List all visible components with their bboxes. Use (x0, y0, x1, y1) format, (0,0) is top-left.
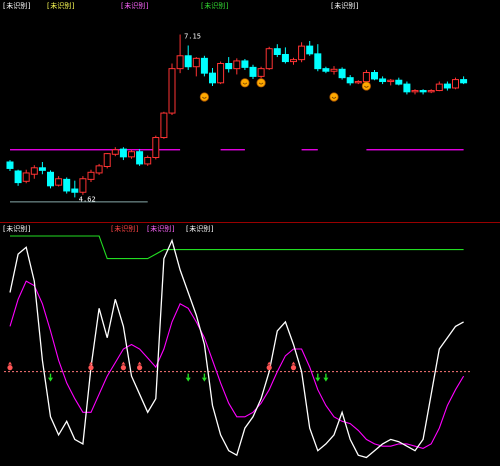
top-header-item: [未识别] (330, 1, 359, 10)
panel-separator (0, 222, 500, 223)
bottom-header-item: [未识别] (110, 224, 139, 233)
candle-down (225, 63, 233, 70)
up-signal-marker (120, 365, 126, 371)
candle-up (257, 68, 265, 77)
candle-down (443, 83, 451, 89)
down-signal-arrow (201, 377, 207, 382)
candle-up (176, 55, 184, 70)
high-price-label: 7.15 (184, 33, 201, 41)
candle-up (55, 178, 63, 186)
down-signal-arrow (48, 377, 53, 382)
bottom-header-item: [未识别] (185, 224, 214, 233)
indicator-plot (4, 235, 470, 459)
candle-up (330, 68, 338, 72)
candle-down (395, 79, 403, 85)
candle-down (338, 68, 346, 79)
top-panel: [未识别] [未识别] [未识别] [未识别] [未识别] 7.15 4.62 (2, 1, 468, 203)
candle-up (87, 171, 95, 180)
candle-down (209, 72, 216, 84)
down-signal-arrow (185, 377, 191, 382)
candle-down (314, 53, 322, 70)
candle-up (160, 112, 168, 139)
candle-up (265, 48, 273, 70)
top-header-item: [未识别] (200, 1, 229, 10)
up-signal-arrow (89, 361, 93, 365)
candle-down (322, 68, 330, 72)
coin-marker (361, 81, 371, 91)
candle-down (419, 90, 427, 93)
coin-marker (329, 92, 339, 102)
top-header-item: [未识别] (46, 1, 75, 10)
price-plot (6, 34, 468, 203)
candle-down (403, 83, 411, 93)
up-signal-marker (7, 365, 13, 371)
chart-canvas: [未识别] [未识别] [未识别] [未识别] [未识别] 7.15 4.62 … (0, 1, 500, 459)
candle-down (63, 178, 71, 192)
down-signal-arrow (315, 377, 321, 382)
candle-down (119, 148, 127, 158)
coin-marker (199, 92, 209, 102)
candle-up (435, 83, 443, 92)
coin-marker (256, 78, 266, 88)
candle-up (362, 72, 370, 83)
down-signal-arrow (323, 377, 329, 382)
candle-up (79, 178, 87, 193)
candle-down (184, 55, 192, 68)
candle-down (14, 170, 22, 184)
up-signal-arrow (291, 361, 296, 365)
candle-down (306, 45, 314, 55)
candle-up (411, 90, 419, 93)
up-signal-marker (137, 365, 143, 371)
candle-down (241, 60, 249, 68)
low-price-label: 4.62 (79, 195, 96, 203)
candle-down (47, 171, 54, 187)
candle-up (354, 81, 362, 84)
candle-down (249, 66, 257, 77)
candle-down (71, 188, 79, 193)
candle-up (452, 79, 459, 89)
candle-up (111, 149, 119, 155)
bottom-header-item: [未识别] (146, 224, 175, 233)
indicator-line-white (9, 238, 464, 459)
candle-up (95, 165, 103, 174)
candle-down (460, 79, 468, 84)
bottom-panel-title: [未识别] (2, 224, 31, 233)
candle-down (6, 161, 14, 169)
candle-up (192, 57, 200, 68)
coin-marker (240, 78, 250, 88)
candle-up (290, 59, 297, 63)
bottom-panel: [未识别] [未识别] [未识别] [未识别] (2, 224, 470, 459)
candle-down (379, 78, 387, 83)
candle-up (128, 151, 135, 158)
indicator-line-green (10, 235, 464, 260)
top-panel-title: [未识别] (2, 1, 31, 10)
candle-up (168, 68, 176, 114)
candle-down (38, 167, 46, 171)
candle-up (103, 153, 111, 167)
top-header-item: [未识别] (120, 1, 149, 10)
candle-up (152, 137, 160, 158)
candle-up (144, 156, 152, 165)
up-signal-arrow (8, 361, 12, 365)
up-signal-marker (88, 365, 94, 371)
candle-up (22, 172, 30, 182)
up-signal-arrow (137, 361, 142, 365)
candle-up (298, 45, 306, 61)
indicator-line-magenta (9, 280, 465, 449)
candle-down (281, 53, 289, 63)
candle-down (136, 151, 144, 165)
candle-down (346, 77, 354, 84)
candle-down (273, 48, 281, 55)
candle-up (233, 60, 241, 70)
candle-up (427, 90, 435, 93)
candle-up (30, 167, 38, 175)
candle-up (217, 63, 225, 84)
candle-up (387, 79, 395, 83)
candle-down (200, 57, 208, 74)
up-signal-marker (266, 365, 272, 371)
up-signal-arrow (121, 361, 126, 365)
up-signal-marker (290, 365, 297, 371)
candle-down (371, 72, 378, 80)
